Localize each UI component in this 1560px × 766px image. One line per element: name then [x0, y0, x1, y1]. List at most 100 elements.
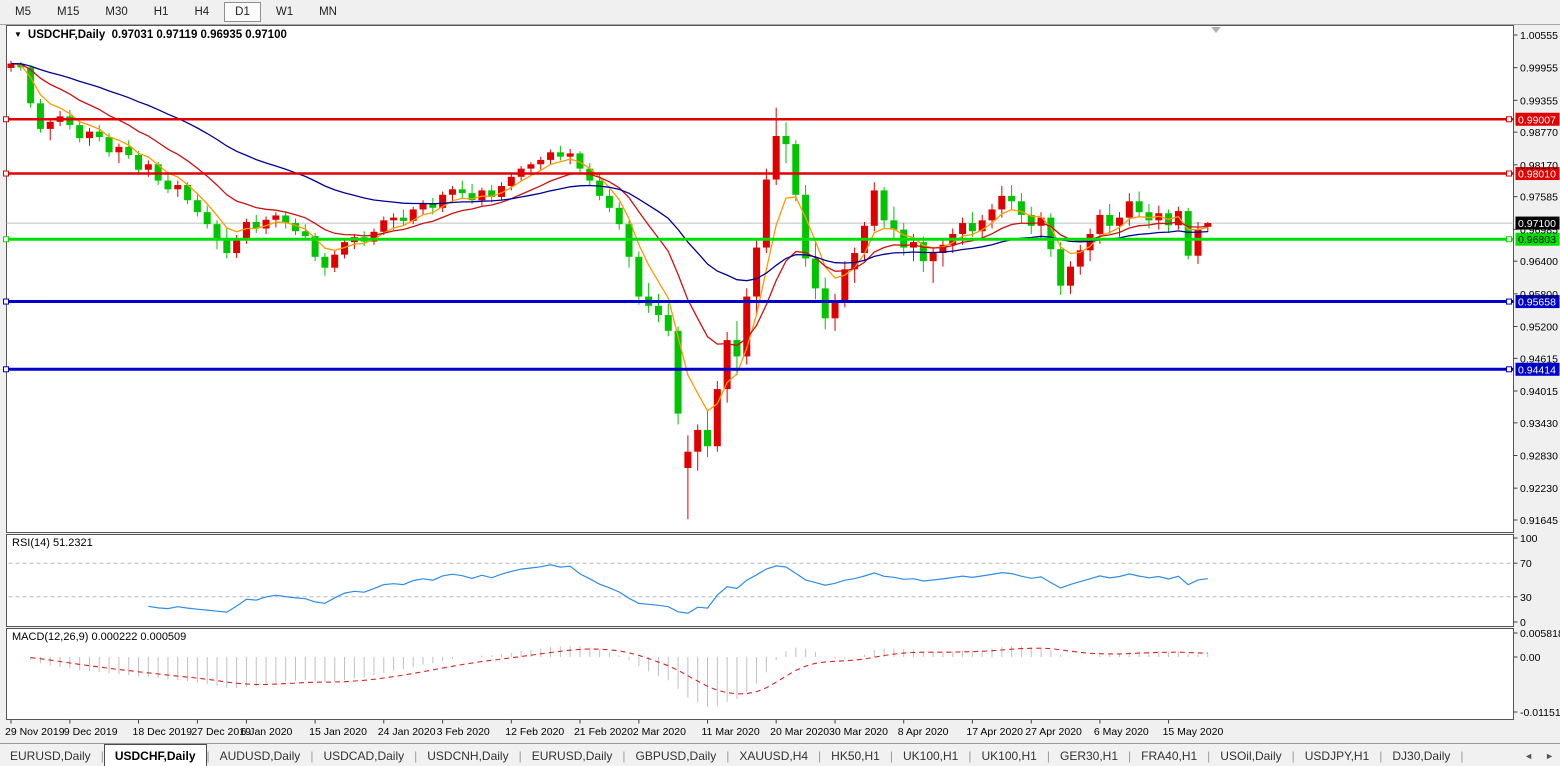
- candle-body: [174, 184, 182, 190]
- level-left-marker[interactable]: [3, 298, 9, 305]
- chart-tab-dj30-daily[interactable]: DJ30,Daily: [1382, 744, 1460, 766]
- date-label: 6 May 2020: [1094, 726, 1149, 738]
- candle-body: [399, 217, 407, 221]
- chart-tab-audusd-daily[interactable]: AUDUSD,Daily: [210, 744, 311, 766]
- date-label: 24 Jan 2020: [378, 726, 436, 738]
- date-label: 11 Mar 2020: [702, 726, 760, 738]
- candle-body: [76, 125, 84, 139]
- level-right-marker[interactable]: [1506, 236, 1512, 243]
- current-price-box-value: 0.97100: [1518, 218, 1556, 230]
- date-label: 30 Mar 2020: [829, 726, 888, 738]
- candle-body: [321, 256, 329, 268]
- candle-body: [144, 164, 152, 170]
- timeframe-button-w1[interactable]: W1: [265, 2, 304, 22]
- tab-scroll-right-button[interactable]: ►: [1539, 744, 1560, 766]
- timeframe-button-h1[interactable]: H1: [143, 2, 180, 22]
- candle-body: [213, 224, 221, 239]
- timeframe-button-m30[interactable]: M30: [94, 2, 138, 22]
- candle-body: [674, 330, 682, 414]
- candle-body: [507, 176, 515, 187]
- candle-body: [802, 194, 810, 259]
- date-label: 2 Mar 2020: [633, 726, 686, 738]
- price-tick-label: 0.97585: [1520, 192, 1558, 204]
- chart-symbol-label: USDCHF,Daily: [27, 29, 106, 41]
- chart-tab-fra40-h1[interactable]: FRA40,H1: [1131, 744, 1207, 766]
- chart-tab-bar: EURUSD,Daily | USDCHF,Daily | AUDUSD,Daily | U…: [0, 743, 1560, 766]
- chart-tab-usdchf-daily[interactable]: USDCHF,Daily: [103, 744, 207, 766]
- timeframe-button-m5[interactable]: M5: [4, 2, 42, 22]
- price-tick-label: 0.98170: [1520, 160, 1558, 172]
- level-left-marker[interactable]: [3, 366, 9, 373]
- candle-body: [458, 189, 466, 194]
- macd-axis-label: 0.00: [1520, 652, 1541, 664]
- chart-tab-xauusd-h4[interactable]: XAUUSD,H4: [729, 744, 818, 766]
- date-label: 17 Apr 2020: [966, 726, 1023, 738]
- chart-tab-gbpusd-daily[interactable]: GBPUSD,Daily: [626, 744, 727, 766]
- candle-body: [380, 220, 388, 232]
- price-tick-label: 1.00555: [1520, 30, 1558, 42]
- chart-tab-usoil-daily[interactable]: USOil,Daily: [1210, 744, 1291, 766]
- candle-body: [635, 256, 643, 297]
- candle-body: [85, 131, 93, 139]
- date-label: 18 Dec 2019: [133, 726, 193, 738]
- rsi-axis-label: 30: [1520, 592, 1532, 604]
- price-tick-label: 0.92830: [1520, 450, 1558, 462]
- candle-body: [331, 254, 339, 268]
- chart-dropdown-icon[interactable]: ▼: [14, 30, 22, 39]
- level-right-marker[interactable]: [1506, 366, 1512, 373]
- level-0-price-box-value: 0.99007: [1518, 114, 1556, 126]
- chart-tab-hk50-h1[interactable]: HK50,H1: [821, 744, 890, 766]
- candle-body: [929, 253, 937, 262]
- candle-body: [1106, 214, 1114, 226]
- chart-tab-uk100-h1[interactable]: UK100,H1: [893, 744, 968, 766]
- candle-body: [566, 153, 574, 157]
- level-right-marker[interactable]: [1506, 116, 1512, 123]
- candle-body: [1184, 211, 1192, 256]
- macd-axis-label: 0.005818: [1520, 628, 1560, 640]
- price-tick-label: 0.98770: [1520, 127, 1558, 139]
- candle-body: [753, 247, 761, 297]
- level-left-marker[interactable]: [3, 170, 9, 177]
- candle-body: [782, 135, 790, 145]
- chart-tab-eurusd-daily[interactable]: EURUSD,Daily: [522, 744, 623, 766]
- macd-axis-label: -0.01151: [1520, 707, 1560, 719]
- price-tick-label: 0.94015: [1520, 386, 1558, 398]
- level-right-marker[interactable]: [1506, 298, 1512, 305]
- level-right-marker[interactable]: [1506, 170, 1512, 177]
- chart-tab-usdcad-daily[interactable]: USDCAD,Daily: [313, 744, 414, 766]
- timeframe-button-m15[interactable]: M15: [46, 2, 90, 22]
- panel-frame: [6, 628, 1514, 720]
- price-tick-label: 0.99955: [1520, 63, 1558, 75]
- chart-tab-eurusd-daily[interactable]: EURUSD,Daily: [0, 744, 101, 766]
- timeframe-button-d1[interactable]: D1: [224, 2, 261, 22]
- candle-body: [419, 204, 427, 210]
- chart-tab-usdcnh-daily[interactable]: USDCNH,Daily: [417, 744, 518, 766]
- date-label: 27 Apr 2020: [1025, 726, 1082, 738]
- candle-body: [164, 180, 172, 190]
- candle-body: [811, 258, 819, 289]
- candle-body: [654, 305, 662, 316]
- candle-body: [66, 116, 74, 126]
- candle-body: [135, 155, 143, 170]
- candle-body: [664, 315, 672, 331]
- candle-body: [46, 121, 54, 129]
- chart-tab-uk100-h1[interactable]: UK100,H1: [971, 744, 1046, 766]
- timeframe-button-h4[interactable]: H4: [183, 2, 220, 22]
- timeframe-button-mn[interactable]: MN: [308, 2, 348, 22]
- chart-tab-ger30-h1[interactable]: GER30,H1: [1050, 744, 1128, 766]
- rsi-axis-label: 100: [1520, 533, 1538, 545]
- candle-body: [537, 159, 545, 165]
- level-left-marker[interactable]: [3, 116, 9, 123]
- tab-scroll-left-button[interactable]: ◄: [1518, 744, 1539, 766]
- panel-frame: [6, 534, 1514, 627]
- rsi-axis-label: 70: [1520, 558, 1532, 570]
- chart-tab-usdjpy-h1[interactable]: USDJPY,H1: [1295, 744, 1379, 766]
- date-label: 9 Dec 2019: [64, 726, 118, 738]
- candle-body: [95, 131, 103, 138]
- level-left-marker[interactable]: [3, 236, 9, 243]
- chart-canvas[interactable]: 0.990070.980100.968030.956580.944141.005…: [0, 0, 1560, 766]
- date-label: 3 Feb 2020: [437, 726, 490, 738]
- price-tick-label: 0.95800: [1520, 289, 1558, 301]
- candle-body: [1194, 229, 1202, 256]
- candle-body: [733, 340, 741, 357]
